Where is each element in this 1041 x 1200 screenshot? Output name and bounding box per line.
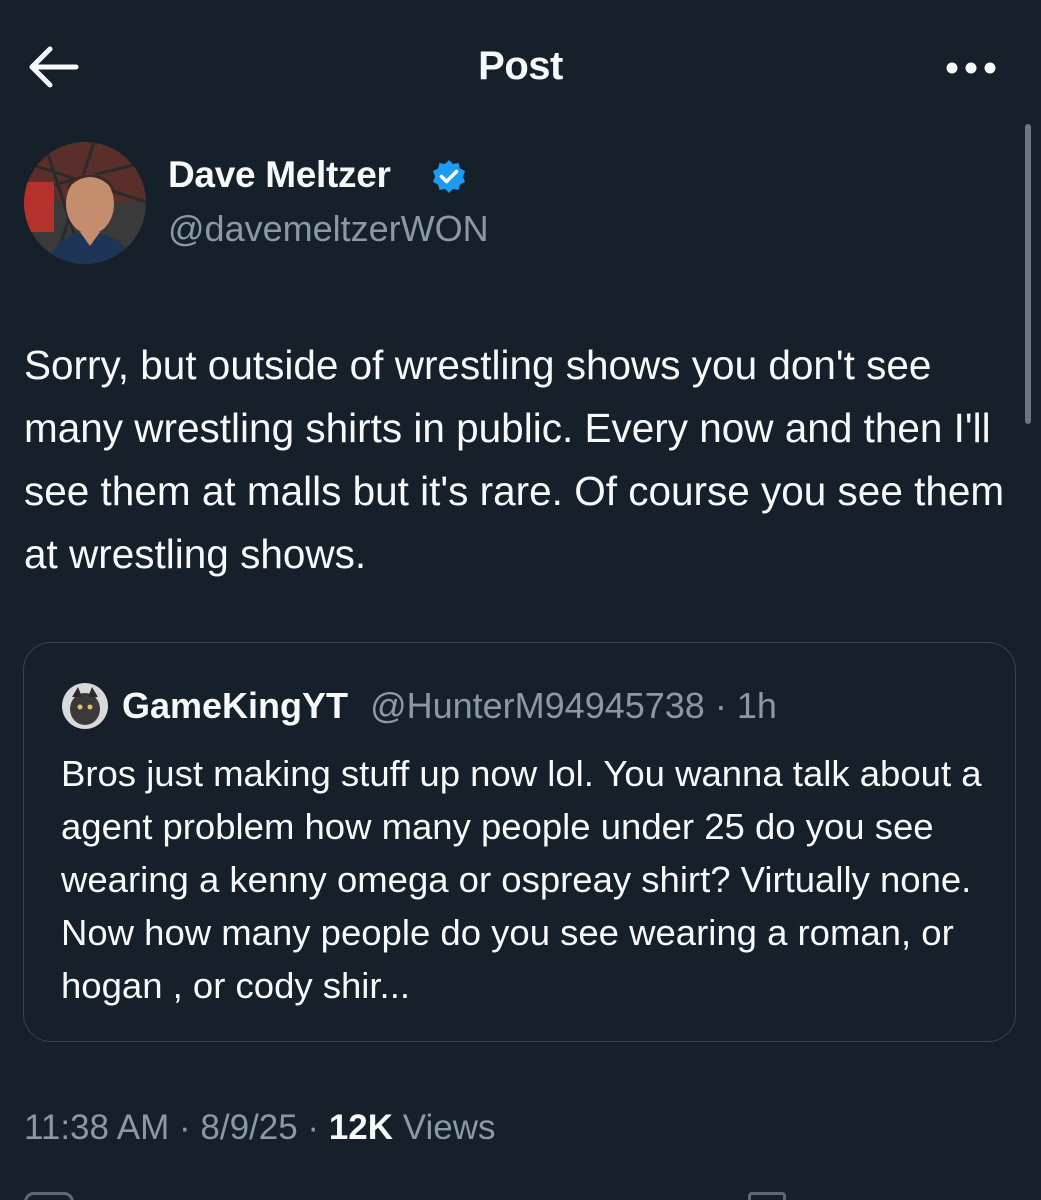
post-text: Sorry, but outside of wrestling shows yo… (24, 342, 1005, 577)
quoted-post-header: GameKingYT @HunterM94945738 · 1h (122, 683, 777, 729)
views-count: 12K (328, 1108, 394, 1147)
post-meta: 11:38 AM · 8/9/25 · 12K Views (24, 1108, 496, 1148)
post-time[interactable]: 11:38 AM (24, 1108, 169, 1147)
author-handle[interactable]: @davemeltzerWON (168, 208, 489, 250)
author-name[interactable]: Dave Meltzer (168, 154, 391, 196)
author-avatar[interactable] (24, 142, 146, 264)
quoted-post-card[interactable]: GameKingYT @HunterM94945738 · 1h Bros ju… (23, 642, 1016, 1042)
scrollbar[interactable] (1025, 124, 1031, 424)
more-horizontal-icon (946, 62, 996, 74)
meta-separator: · (297, 1108, 329, 1147)
meta-separator: · (169, 1108, 201, 1147)
quoted-author-avatar (62, 683, 108, 729)
quoted-author-name: GameKingYT (122, 685, 349, 726)
top-bar: Post (0, 0, 1041, 130)
views-label: Views (393, 1108, 496, 1147)
post-date[interactable]: 8/9/25 (200, 1108, 297, 1147)
page-title: Post (478, 44, 563, 88)
quoted-post-time: 1h (736, 685, 777, 726)
post-page: Post Dave Meltzer @davemeltzerWON Sorry,… (0, 0, 1041, 1200)
more-options-button[interactable] (945, 58, 997, 78)
bookmark-icon[interactable] (748, 1192, 786, 1200)
quoted-separator: · (704, 685, 737, 726)
reply-icon[interactable] (24, 1192, 74, 1200)
quoted-author-handle: @HunterM94945738 (370, 685, 705, 726)
verified-badge-icon (430, 158, 468, 196)
quoted-post-text: Bros just making stuff up now lol. You w… (61, 753, 982, 1006)
